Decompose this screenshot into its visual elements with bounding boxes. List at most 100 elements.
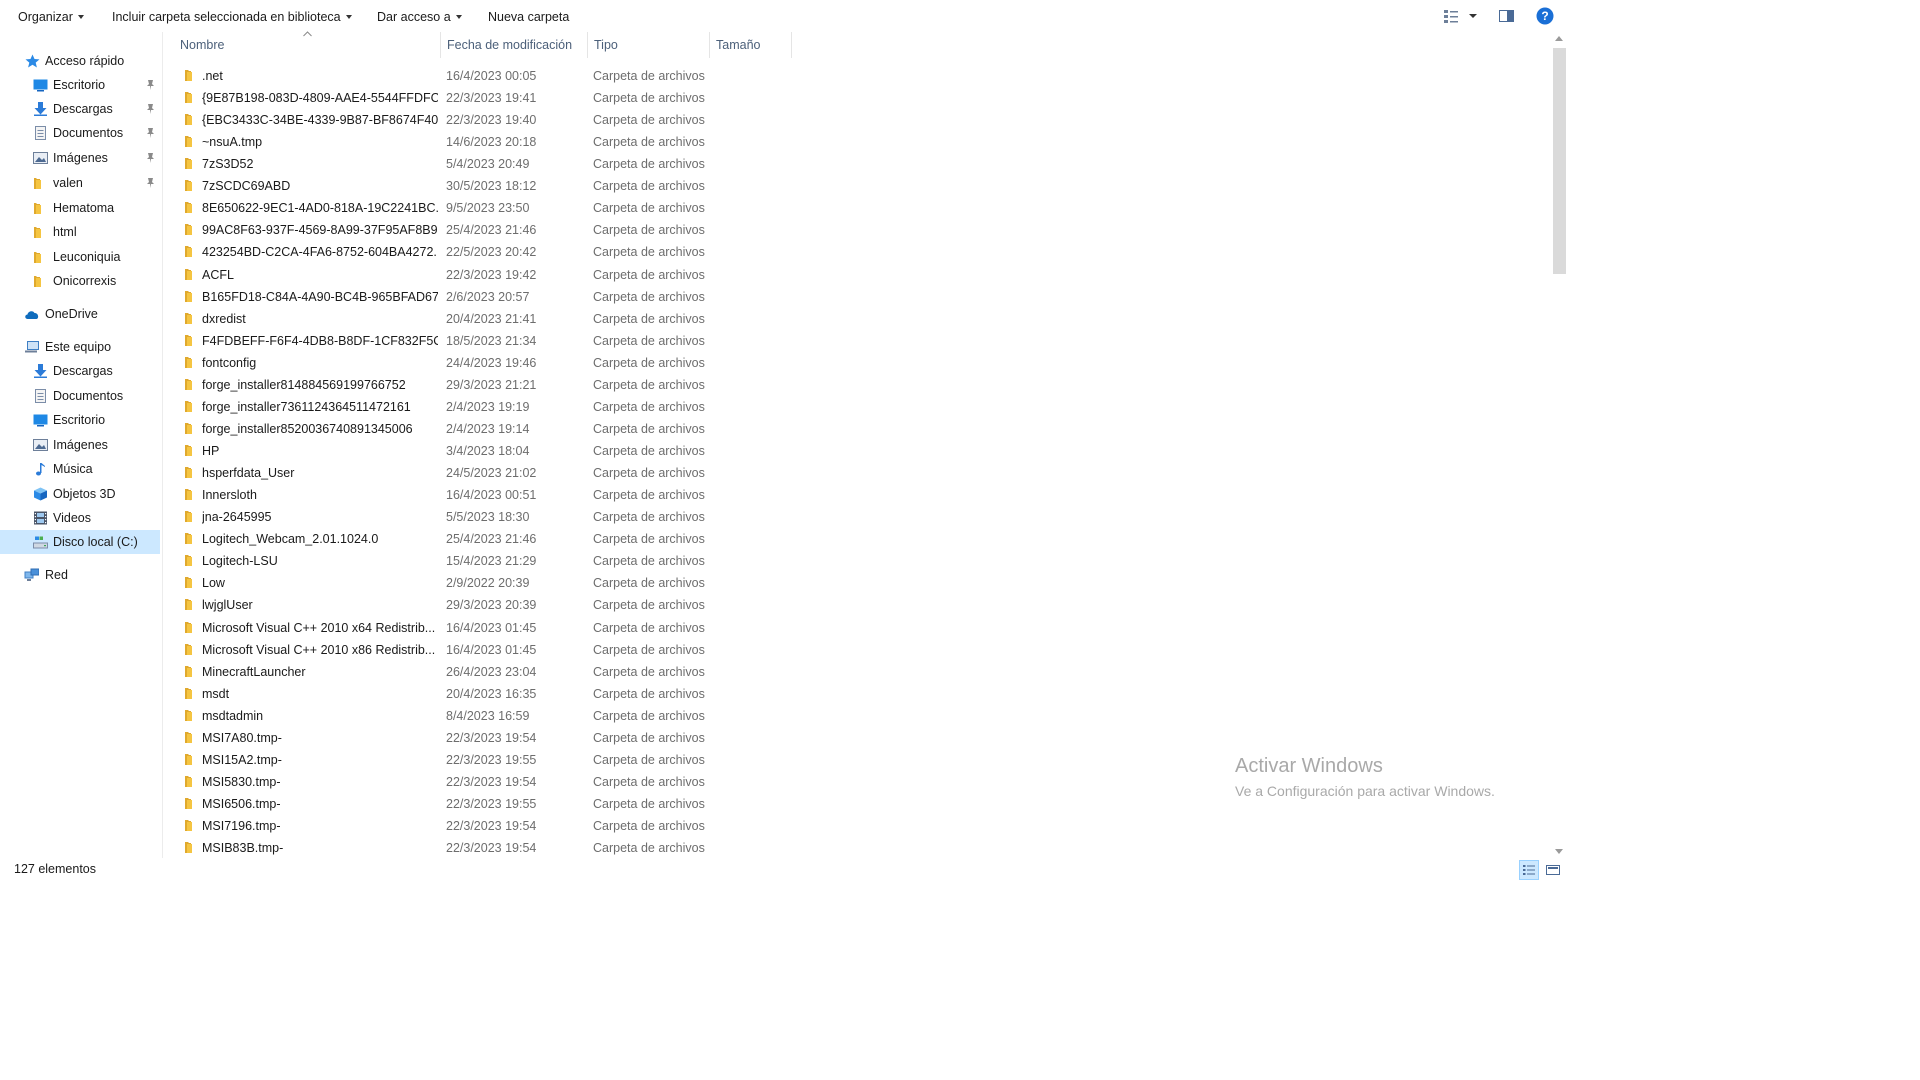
- file-row[interactable]: hsperfdata_User 24/5/2023 21:02 Carpeta de…: [163, 462, 1548, 484]
- nav-item-onicorrexis[interactable]: Onicorrexis: [0, 269, 160, 293]
- preview-pane-button[interactable]: [1497, 6, 1517, 26]
- pin-icon[interactable]: [145, 127, 156, 139]
- folder-icon: [185, 533, 192, 545]
- nav-this-pc[interactable]: Este equipo: [0, 335, 160, 359]
- file-date: 22/3/2023 19:54: [446, 841, 537, 856]
- nav-quick-access[interactable]: Acceso rápido: [0, 49, 160, 73]
- vertical-scrollbar[interactable]: [1551, 32, 1568, 858]
- nav-item-leuconiquia[interactable]: Leuconiquia: [0, 245, 160, 269]
- file-row[interactable]: 8E650622-9EC1-4AD0-818A-19C2241BC... 9/5/…: [163, 197, 1548, 219]
- file-date: 16/4/2023 00:51: [446, 488, 537, 503]
- column-header-size[interactable]: Tamaño: [710, 32, 792, 58]
- scrollbar-thumb[interactable]: [1553, 48, 1566, 274]
- file-row[interactable]: B165FD18-C84A-4A90-BC4B-965BFAD67... 2/6/…: [163, 286, 1548, 308]
- pictures-icon: [33, 439, 48, 451]
- file-row[interactable]: ACFL 22/3/2023 19:42 Carpeta de archivos: [163, 264, 1548, 286]
- large-icons-view-button[interactable]: [1543, 860, 1563, 880]
- file-row[interactable]: forge_installer8520036740891345006 2/4/20…: [163, 418, 1548, 440]
- help-button[interactable]: ?: [1535, 6, 1555, 26]
- nav-pc-documentos[interactable]: Documentos: [0, 384, 160, 408]
- nav-item-hematoma[interactable]: Hematoma: [0, 196, 160, 220]
- details-view-button[interactable]: [1519, 860, 1539, 880]
- file-row[interactable]: 7zS3D52 5/4/2023 20:49 Carpeta de archivos: [163, 153, 1548, 175]
- file-row[interactable]: lwjglUser 29/3/2023 20:39 Carpeta de archi…: [163, 594, 1548, 616]
- file-date: 22/5/2023 20:42: [446, 245, 537, 260]
- file-row[interactable]: HP 3/4/2023 18:04 Carpeta de archivos: [163, 440, 1548, 462]
- file-row[interactable]: ~nsuA.tmp 14/6/2023 20:18 Carpeta de archi…: [163, 131, 1548, 153]
- include-library-button[interactable]: Incluir carpeta seleccionada en bibliote…: [112, 8, 352, 26]
- file-date: 22/3/2023 19:54: [446, 819, 537, 834]
- folder-icon: [185, 621, 192, 633]
- details-view-icon: [1523, 865, 1535, 875]
- file-row[interactable]: MSI7A80.tmp- 22/3/2023 19:54 Carpeta de ar…: [163, 727, 1548, 749]
- file-row[interactable]: msdtadmin 8/4/2023 16:59 Carpeta de archiv…: [163, 705, 1548, 727]
- nav-item-valen[interactable]: valen: [0, 171, 160, 195]
- file-row[interactable]: MinecraftLauncher 26/4/2023 23:04 Carpeta …: [163, 661, 1548, 683]
- column-header-name[interactable]: Nombre: [174, 32, 441, 58]
- scroll-down-icon[interactable]: [1555, 849, 1563, 854]
- activation-watermark-subtitle: Ve a Configuración para activar Windows.: [1235, 783, 1495, 799]
- column-header-date[interactable]: Fecha de modificación: [441, 32, 588, 58]
- organize-button[interactable]: Organizar: [18, 8, 84, 26]
- nav-item-imagenes[interactable]: Imágenes: [0, 146, 160, 170]
- file-row[interactable]: MSIB83B.tmp- 22/3/2023 19:54 Carpeta de ar…: [163, 837, 1548, 859]
- file-date: 16/4/2023 00:05: [446, 69, 537, 83]
- file-row[interactable]: MSI7196.tmp- 22/3/2023 19:54 Carpeta de ar…: [163, 815, 1548, 837]
- pictures-icon: [33, 152, 48, 164]
- file-row[interactable]: jna-2645995 5/5/2023 18:30 Carpeta de arch…: [163, 506, 1548, 528]
- nav-onedrive[interactable]: OneDrive: [0, 302, 160, 326]
- nav-item-html[interactable]: html: [0, 220, 160, 244]
- file-name: 7zS3D52: [202, 157, 254, 172]
- chevron-down-icon: [77, 15, 84, 19]
- file-type: Carpeta de archivos: [593, 289, 705, 304]
- file-type: Carpeta de archivos: [593, 223, 705, 238]
- file-row[interactable]: 7zSCDC69ABD 30/5/2023 18:12 Carpeta de arc…: [163, 175, 1548, 197]
- file-type: Carpeta de archivos: [593, 311, 705, 326]
- nav-pc-musica[interactable]: Música: [0, 457, 160, 481]
- pin-icon[interactable]: [145, 177, 156, 189]
- file-type: Carpeta de archivos: [593, 576, 705, 591]
- nav-pc-objetos-3d[interactable]: Objetos 3D: [0, 482, 160, 506]
- column-header-type[interactable]: Tipo: [588, 32, 710, 58]
- file-row[interactable]: .net 16/4/2023 00:05 Carpeta de archivos: [163, 65, 1548, 87]
- nav-pc-disco-local[interactable]: Disco local (C:): [0, 530, 160, 554]
- file-type: Carpeta de archivos: [593, 598, 705, 613]
- change-view-button[interactable]: [1441, 6, 1479, 26]
- file-row[interactable]: 99AC8F63-937F-4569-8A99-37F95AF8B9... 25/…: [163, 219, 1548, 241]
- nav-pc-descargas[interactable]: Descargas: [0, 359, 160, 383]
- file-row[interactable]: forge_installer814884569199766752 29/3/20…: [163, 374, 1548, 396]
- file-row[interactable]: F4FDBEFF-F6F4-4DB8-B8DF-1CF832F5C0... 18/…: [163, 330, 1548, 352]
- file-row[interactable]: Logitech-LSU 15/4/2023 21:29 Carpeta de ar…: [163, 550, 1548, 572]
- nav-pc-escritorio[interactable]: Escritorio: [0, 408, 160, 432]
- file-name: MSI6506.tmp-: [202, 796, 281, 811]
- pin-icon[interactable]: [145, 79, 156, 91]
- nav-pc-videos[interactable]: Videos: [0, 506, 160, 530]
- file-row[interactable]: dxredist 20/4/2023 21:41 Carpeta de archiv…: [163, 308, 1548, 330]
- file-row[interactable]: Microsoft Visual C++ 2010 x86 Redistrib.…: [163, 639, 1548, 661]
- file-date: 8/4/2023 16:59: [446, 708, 530, 723]
- file-date: 2/6/2023 20:57: [446, 289, 530, 304]
- folder-icon: [185, 180, 192, 192]
- nav-item-descargas[interactable]: Descargas: [0, 97, 160, 121]
- file-row[interactable]: Low 2/9/2022 20:39 Carpeta de archivos: [163, 572, 1548, 594]
- nav-pc-imagenes[interactable]: Imágenes: [0, 433, 160, 457]
- file-row[interactable]: fontconfig 24/4/2023 19:46 Carpeta de arch…: [163, 352, 1548, 374]
- file-row[interactable]: msdt 20/4/2023 16:35 Carpeta de archivos: [163, 683, 1548, 705]
- chevron-down-icon: [455, 15, 462, 19]
- file-row[interactable]: {9E87B198-083D-4809-AAE4-5544FFDFC... 22/…: [163, 87, 1548, 109]
- nav-label: Música: [53, 462, 93, 476]
- file-row[interactable]: Microsoft Visual C++ 2010 x64 Redistrib.…: [163, 617, 1548, 639]
- nav-item-documentos[interactable]: Documentos: [0, 121, 160, 145]
- scroll-up-icon[interactable]: [1555, 36, 1563, 41]
- nav-item-escritorio[interactable]: Escritorio: [0, 73, 160, 97]
- pin-icon[interactable]: [145, 103, 156, 115]
- new-folder-button[interactable]: Nueva carpeta: [488, 8, 569, 26]
- file-row[interactable]: Logitech_Webcam_2.01.1024.0 25/4/2023 21:…: [163, 528, 1548, 550]
- file-row[interactable]: {EBC3433C-34BE-4339-9B87-BF8674F402... 22…: [163, 109, 1548, 131]
- nav-network[interactable]: Red: [0, 563, 160, 587]
- file-row[interactable]: 423254BD-C2CA-4FA6-8752-604BA4272... 22/5…: [163, 241, 1548, 263]
- pin-icon[interactable]: [145, 152, 156, 164]
- file-row[interactable]: forge_installer7361124364511472161 2/4/20…: [163, 396, 1548, 418]
- share-with-button[interactable]: Dar acceso a: [377, 8, 462, 26]
- file-row[interactable]: Innersloth 16/4/2023 00:51 Carpeta de arch…: [163, 484, 1548, 506]
